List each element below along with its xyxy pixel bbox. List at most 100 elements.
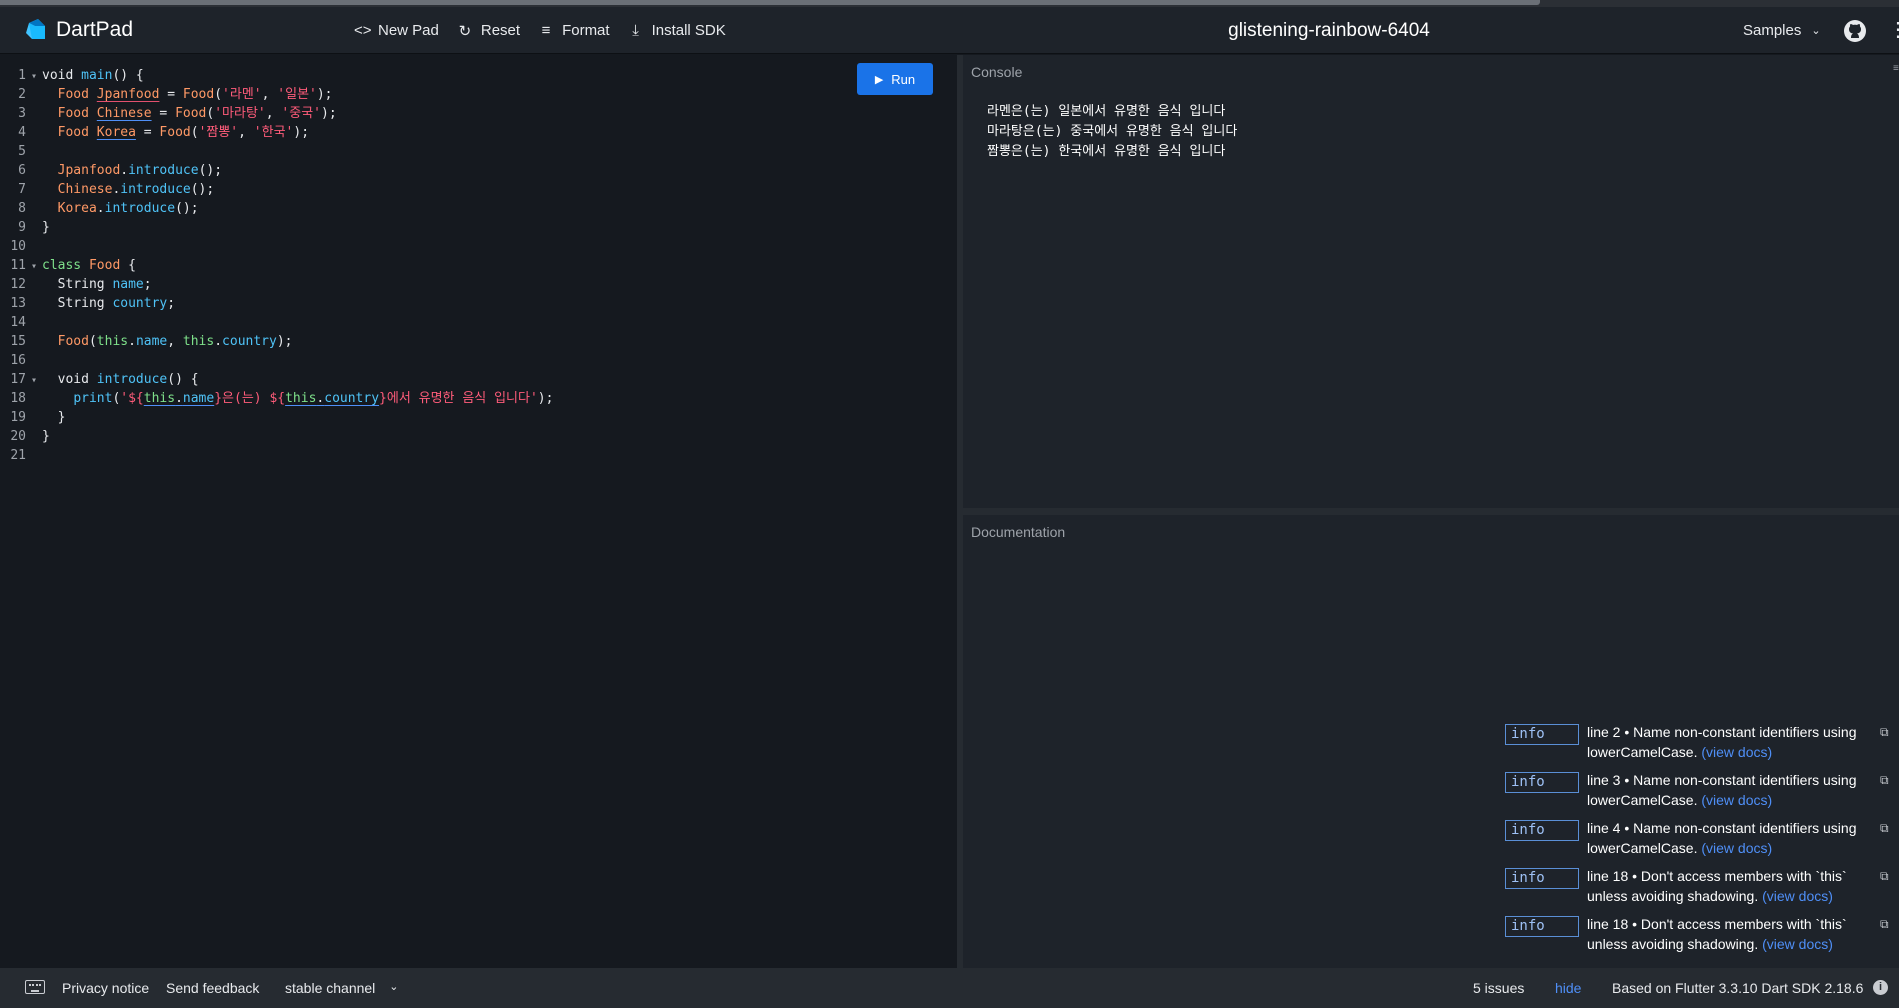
code-line: 7 Chinese.introduce(); bbox=[18, 182, 215, 197]
console-label: Console bbox=[971, 64, 1023, 80]
refresh-icon: ↻ bbox=[458, 22, 472, 40]
code-line: 19 } bbox=[10, 410, 66, 425]
status-footer: Privacy notice Send feedback stable chan… bbox=[0, 968, 1899, 1008]
issue-level-badge: info bbox=[1505, 820, 1579, 841]
code-line: 9} bbox=[18, 220, 50, 235]
code-line: 10 bbox=[10, 239, 26, 254]
code-line: 11 ▾ class Food { bbox=[0, 256, 553, 275]
run-button[interactable]: ▶ Run bbox=[857, 63, 933, 95]
format-button[interactable]: ≡ Format bbox=[538, 22, 610, 39]
copy-icon[interactable]: ⧉ bbox=[1880, 773, 1889, 788]
code-line: 14 bbox=[10, 315, 26, 330]
window-top-strip bbox=[0, 0, 1899, 7]
view-docs-link[interactable]: (view docs) bbox=[1762, 888, 1833, 904]
console-line: 마라탕은(는) 중국에서 유명한 음식 입니다 bbox=[987, 124, 1238, 139]
chevron-down-icon: ⌄ bbox=[1811, 25, 1821, 37]
format-label: Format bbox=[562, 22, 610, 39]
code-line: 5 bbox=[18, 144, 26, 159]
issue-message: line 4 • Name non-constant identifiers u… bbox=[1587, 820, 1857, 856]
horizontal-splitter[interactable] bbox=[963, 508, 1899, 515]
code-line: 3 Food Chinese = Food('마라탕', '중국'); bbox=[18, 106, 337, 121]
app-logo[interactable]: DartPad bbox=[24, 18, 133, 42]
console-line: 짬뽕은(는) 한국에서 유명한 음식 입니다 bbox=[987, 144, 1226, 159]
fold-toggle[interactable]: ▾ bbox=[26, 67, 42, 86]
issue-level-badge: info bbox=[1505, 772, 1579, 793]
chevron-down-icon: ⌄ bbox=[389, 981, 399, 993]
issues-count: 5 issues bbox=[1473, 980, 1525, 996]
issue-message: line 18 • Don't access members with `thi… bbox=[1587, 916, 1847, 952]
code-line: 6 Jpanfood.introduce(); bbox=[18, 163, 223, 178]
issues-panel: info line 2 • Name non-constant identifi… bbox=[1493, 713, 1899, 968]
code-line: 16 bbox=[10, 353, 26, 368]
sdk-version: Based on Flutter 3.3.10 Dart SDK 2.18.6 bbox=[1612, 980, 1864, 996]
console-panel: Console ≡ 라멘은(는) 일본에서 유명한 음식 입니다 마라탕은(는)… bbox=[963, 55, 1899, 508]
issue-message: line 3 • Name non-constant identifiers u… bbox=[1587, 772, 1857, 808]
hide-issues-link[interactable]: hide bbox=[1555, 980, 1581, 996]
privacy-notice-link[interactable]: Privacy notice bbox=[62, 980, 149, 996]
github-icon[interactable] bbox=[1843, 19, 1867, 43]
install-sdk-label: Install SDK bbox=[651, 22, 726, 39]
info-icon[interactable]: i bbox=[1873, 980, 1888, 995]
code-line: 8 Korea.introduce(); bbox=[18, 201, 199, 216]
install-sdk-button[interactable]: ⤓ Install SDK bbox=[628, 22, 726, 39]
copy-icon[interactable]: ⧉ bbox=[1880, 821, 1889, 836]
fold-toggle[interactable]: ▾ bbox=[26, 371, 42, 390]
code-line: 17 ▾ void introduce() { bbox=[0, 370, 553, 389]
samples-label: Samples bbox=[1743, 22, 1802, 39]
code-line: 2 Food Jpanfood = Food('라멘', '일본'); bbox=[18, 87, 333, 102]
copy-icon[interactable]: ⧉ bbox=[1880, 869, 1889, 884]
channel-label: stable channel bbox=[285, 980, 376, 996]
run-label: Run bbox=[891, 71, 916, 87]
new-pad-button[interactable]: <> New Pad bbox=[354, 22, 439, 39]
dart-logo-icon bbox=[26, 19, 45, 39]
channel-select[interactable]: stable channel ⌄ bbox=[285, 980, 399, 996]
view-docs-link[interactable]: (view docs) bbox=[1701, 744, 1772, 760]
samples-dropdown[interactable]: Samples ⌄ bbox=[1743, 7, 1821, 54]
copy-icon[interactable]: ⧉ bbox=[1880, 725, 1889, 740]
code-line: 21 bbox=[10, 448, 26, 463]
issue-level-badge: info bbox=[1505, 868, 1579, 889]
top-scrollbar-thumb[interactable] bbox=[0, 0, 1540, 5]
issue-level-badge: info bbox=[1505, 916, 1579, 937]
issue-item[interactable]: info line 18 • Don't access members with… bbox=[1505, 857, 1899, 904]
code-line: 4 Food Korea = Food('짬뽕', '한국'); bbox=[18, 125, 310, 140]
issue-level-badge: info bbox=[1505, 724, 1579, 745]
code-line: 13 String country; bbox=[10, 296, 176, 311]
toolbar: <> New Pad ↻ Reset ≡ Format ⤓ Install SD… bbox=[354, 7, 726, 54]
code-editor[interactable]: 1 ▾ void main() { 2 Food Jpanfood = Food('… bbox=[0, 55, 957, 968]
console-line: 라멘은(는) 일본에서 유명한 음식 입니다 bbox=[987, 104, 1226, 119]
keyboard-icon[interactable] bbox=[25, 980, 45, 994]
code-line: 1 ▾ void main() { bbox=[0, 66, 553, 85]
issue-item[interactable]: info line 2 • Name non-constant identifi… bbox=[1505, 713, 1899, 760]
app-name: DartPad bbox=[56, 18, 134, 41]
view-docs-link[interactable]: (view docs) bbox=[1762, 936, 1833, 952]
code-line: 20} bbox=[10, 429, 50, 444]
copy-icon[interactable]: ⧉ bbox=[1880, 917, 1889, 932]
align-left-icon: ≡ bbox=[541, 22, 551, 39]
issue-item[interactable]: info line 3 • Name non-constant identifi… bbox=[1505, 761, 1899, 808]
kebab-menu-icon[interactable]: ⋮ bbox=[1888, 19, 1899, 41]
issue-message: line 18 • Don't access members with `thi… bbox=[1587, 868, 1847, 904]
code-line: 15 Food(this.name, this.country); bbox=[10, 334, 293, 349]
reset-label: Reset bbox=[480, 22, 521, 39]
play-icon: ▶ bbox=[874, 73, 884, 86]
issue-item[interactable]: info line 4 • Name non-constant identifi… bbox=[1505, 809, 1899, 856]
documentation-label: Documentation bbox=[971, 524, 1066, 540]
code-lines[interactable]: 1 ▾ void main() { 2 Food Jpanfood = Food('… bbox=[0, 66, 553, 465]
pad-title[interactable]: glistening-rainbow-6404 bbox=[1100, 7, 1558, 54]
console-output: 라멘은(는) 일본에서 유명한 음식 입니다 마라탕은(는) 중국에서 유명한 … bbox=[987, 102, 1237, 162]
send-feedback-link[interactable]: Send feedback bbox=[166, 980, 259, 996]
menu-icon[interactable]: ≡ bbox=[1893, 63, 1899, 74]
code-brackets-icon: <> bbox=[354, 22, 372, 39]
view-docs-link[interactable]: (view docs) bbox=[1701, 840, 1772, 856]
app-header: DartPad <> New Pad ↻ Reset ≡ Format ⤓ In… bbox=[0, 7, 1899, 54]
reset-button[interactable]: ↻ Reset bbox=[457, 22, 520, 40]
code-line: 18 print('${this.name}은(는) ${this.countr… bbox=[10, 391, 554, 406]
issue-item[interactable]: info line 18 • Don't access members with… bbox=[1505, 905, 1899, 952]
issue-message: line 2 • Name non-constant identifiers u… bbox=[1587, 724, 1857, 760]
code-line: 12 String name; bbox=[10, 277, 152, 292]
new-pad-label: New Pad bbox=[378, 22, 439, 39]
download-icon: ⤓ bbox=[632, 22, 639, 39]
fold-toggle[interactable]: ▾ bbox=[26, 257, 42, 276]
view-docs-link[interactable]: (view docs) bbox=[1701, 792, 1772, 808]
